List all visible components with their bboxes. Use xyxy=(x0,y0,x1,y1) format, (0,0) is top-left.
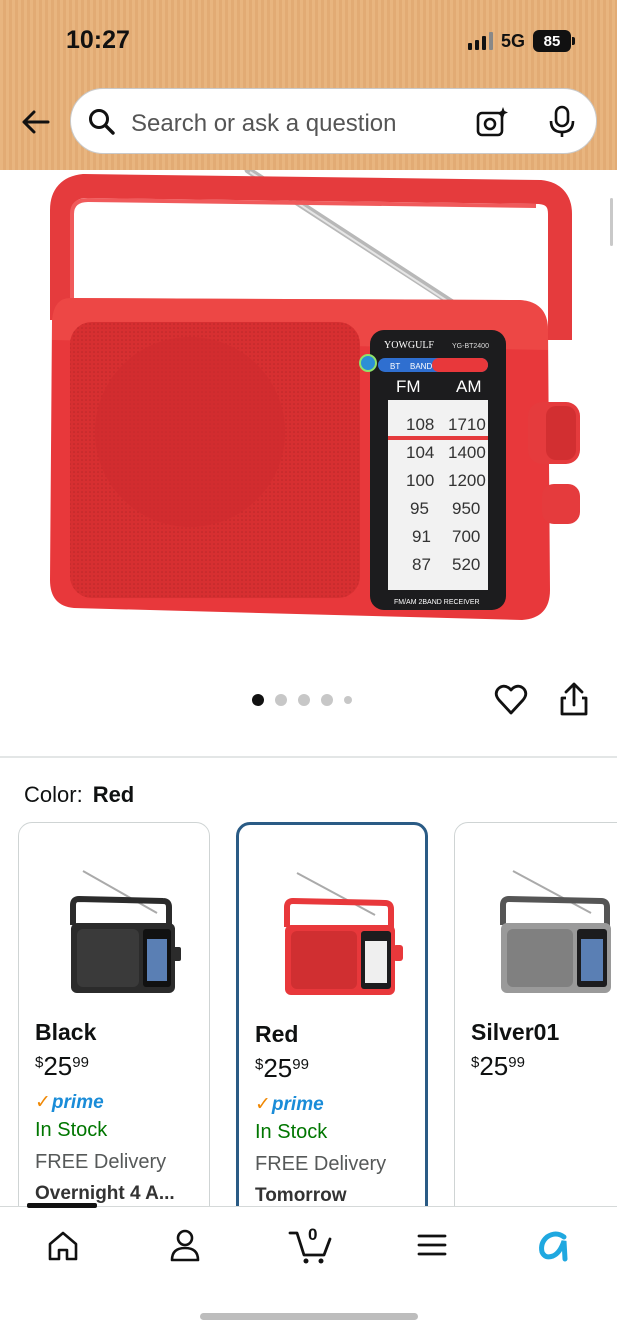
price-cents: 99 xyxy=(292,1056,309,1073)
active-tab-indicator xyxy=(27,1203,97,1208)
carousel-dot[interactable] xyxy=(252,694,264,706)
carousel-dot[interactable] xyxy=(298,694,310,706)
prime-label: prime xyxy=(271,1094,324,1115)
battery-level: 85 xyxy=(543,32,561,50)
home-indicator xyxy=(200,1313,418,1320)
color-variants: Black $2599 ✓prime In Stock FREE Deliver… xyxy=(0,822,617,1206)
variant-thumbnail xyxy=(70,870,181,993)
prime-badge: ✓prime xyxy=(255,1093,324,1116)
prime-check-icon: ✓ xyxy=(35,1092,51,1113)
variant-card-silver[interactable]: Silver01 $2599 xyxy=(454,822,617,1206)
top-header: 10:27 5G 85 Search or ask a question xyxy=(0,0,617,170)
bt-label: BT xyxy=(390,362,400,371)
variant-price: $2599 xyxy=(35,1051,89,1082)
am-label: AM xyxy=(456,377,482,396)
prime-label: prime xyxy=(51,1092,104,1113)
heart-icon[interactable] xyxy=(494,683,528,717)
variant-price: $2599 xyxy=(255,1053,309,1084)
search-input[interactable]: Search or ask a question xyxy=(131,110,397,138)
model-label: YG-BT2400 xyxy=(452,343,489,350)
fm-scale-value: 104 xyxy=(406,443,434,462)
delivery-info: FREE Delivery xyxy=(255,1153,387,1175)
stock-status: In Stock xyxy=(35,1119,108,1141)
variant-price: $2599 xyxy=(471,1051,525,1082)
color-label: Color: xyxy=(24,782,83,807)
am-scale-value: 520 xyxy=(452,555,480,574)
search-bar[interactable]: Search or ask a question xyxy=(70,88,597,154)
am-scale-value: 950 xyxy=(452,499,480,518)
fm-scale-value: 100 xyxy=(406,471,434,490)
variant-card-red[interactable]: Red $2599 ✓prime In Stock FREE Delivery … xyxy=(236,822,428,1206)
prime-check-icon: ✓ xyxy=(255,1094,271,1115)
am-scale-value: 1400 xyxy=(448,443,486,462)
price-whole: 25 xyxy=(43,1051,73,1081)
am-scale-value: 700 xyxy=(452,527,480,546)
variant-name: Silver01 xyxy=(471,1019,560,1045)
fm-label: FM xyxy=(396,377,421,396)
fm-scale-value: 108 xyxy=(406,415,434,434)
carousel-dot[interactable] xyxy=(275,694,287,706)
brand-label: YOWGULF xyxy=(384,340,434,351)
stock-status: In Stock xyxy=(255,1121,328,1143)
selected-color: Red xyxy=(92,782,135,807)
battery-icon: 85 xyxy=(533,30,575,52)
account-icon[interactable] xyxy=(165,1225,205,1265)
network-label: 5G xyxy=(500,30,525,51)
back-arrow-icon[interactable] xyxy=(18,104,54,140)
price-cents: 99 xyxy=(72,1054,89,1071)
delivery-time: Overnight 4 A... xyxy=(35,1183,175,1204)
variant-card-black[interactable]: Black $2599 ✓prime In Stock FREE Deliver… xyxy=(18,822,210,1206)
home-icon[interactable] xyxy=(43,1225,83,1265)
section-divider xyxy=(0,756,617,758)
am-scale-value: 1200 xyxy=(448,471,486,490)
fm-scale-value: 87 xyxy=(412,555,431,574)
search-icon xyxy=(89,109,115,135)
carousel-dot[interactable] xyxy=(321,694,333,706)
menu-icon[interactable] xyxy=(412,1225,452,1265)
camera-search-icon[interactable] xyxy=(475,105,509,139)
radio-illustration: YOWGULF YG-BT2400 BT BAND FM AM 108 104 … xyxy=(50,166,580,620)
share-icon[interactable] xyxy=(558,681,590,717)
variant-thumbnail xyxy=(284,872,403,995)
variant-thumbnail xyxy=(500,870,611,993)
rufus-icon[interactable] xyxy=(534,1225,574,1265)
am-scale-value: 1710 xyxy=(448,415,486,434)
variant-name: Black xyxy=(35,1019,97,1045)
scroll-indicator xyxy=(610,198,613,246)
cart-button[interactable]: 0 xyxy=(288,1225,334,1265)
price-whole: 25 xyxy=(479,1051,509,1081)
status-time: 10:27 xyxy=(66,26,130,54)
prime-badge: ✓prime xyxy=(35,1091,104,1114)
receiver-caption: FM/AM 2BAND RECEIVER xyxy=(394,599,480,606)
carousel-dot[interactable] xyxy=(344,696,352,704)
delivery-info: FREE Delivery xyxy=(35,1151,167,1173)
price-symbol: $ xyxy=(35,1054,44,1071)
price-symbol: $ xyxy=(471,1054,480,1071)
price-symbol: $ xyxy=(255,1056,264,1073)
color-selector-label: Color: Red xyxy=(24,782,134,808)
product-image[interactable]: YOWGULF YG-BT2400 BT BAND FM AM 108 104 … xyxy=(0,166,617,660)
cart-count: 0 xyxy=(308,1225,318,1244)
status-indicators: 5G 85 xyxy=(467,30,575,52)
price-whole: 25 xyxy=(263,1053,293,1083)
microphone-icon[interactable] xyxy=(547,105,577,139)
delivery-time: Tomorrow xyxy=(255,1185,347,1206)
fm-scale-value: 91 xyxy=(412,527,431,546)
band-label: BAND xyxy=(410,362,432,371)
variant-name: Red xyxy=(255,1021,299,1047)
signal-icon xyxy=(467,32,493,50)
price-cents: 99 xyxy=(508,1054,525,1071)
fm-scale-value: 95 xyxy=(410,499,429,518)
image-carousel-dots[interactable] xyxy=(252,694,352,706)
